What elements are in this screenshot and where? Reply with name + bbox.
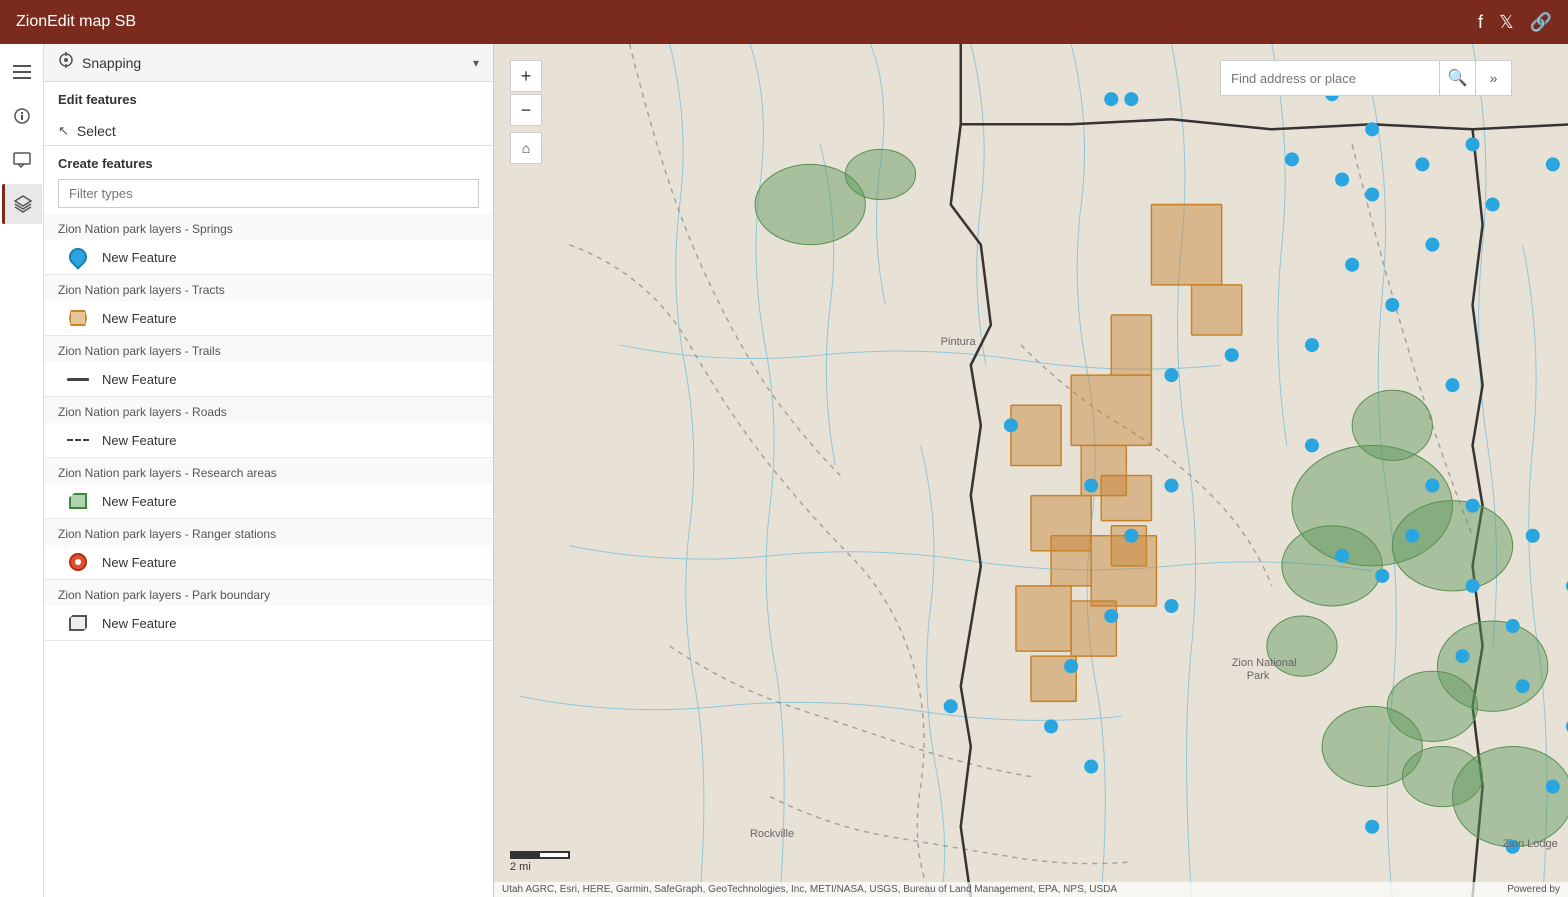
twitter-icon[interactable]: 𝕏: [1499, 12, 1514, 33]
feature-label-tracts: New Feature: [102, 311, 176, 326]
zoom-in-button[interactable]: +: [510, 60, 542, 92]
feature-item-roads[interactable]: New Feature: [44, 423, 493, 457]
sidebar-item-info[interactable]: [2, 96, 42, 136]
sidebar-item-layers[interactable]: [2, 184, 42, 224]
scale-bar: 2 mi: [510, 851, 570, 873]
layer-group-title-ranger: Zion Nation park layers - Ranger station…: [44, 519, 493, 545]
layer-group-title-springs: Zion Nation park layers - Springs: [44, 214, 493, 240]
icon-bar: [0, 44, 44, 897]
polygon-orange-icon: [64, 308, 92, 328]
layer-group-title-roads: Zion Nation park layers - Roads: [44, 397, 493, 423]
line-solid-icon: [64, 369, 92, 389]
map-controls: + − ⌂: [510, 60, 542, 164]
layer-group-title-tracts: Zion Nation park layers - Tracts: [44, 275, 493, 301]
map-area[interactable]: Pintura Zion National Park Rockville Zio…: [494, 44, 1568, 897]
layer-group-research: Zion Nation park layers - Research areas…: [44, 458, 493, 519]
layer-group-ranger: Zion Nation park layers - Ranger station…: [44, 519, 493, 580]
snapping-bar[interactable]: Snapping ▾: [44, 44, 493, 82]
zoom-out-button[interactable]: −: [510, 94, 542, 126]
search-button[interactable]: 🔍: [1440, 60, 1476, 96]
feature-item-tracts[interactable]: New Feature: [44, 301, 493, 335]
map-search: 🔍 »: [1220, 60, 1512, 96]
line-dashed-icon: [64, 430, 92, 450]
topbar: ZionEdit map SB f 𝕏 🔗: [0, 0, 1568, 44]
svg-text:Park: Park: [1247, 670, 1270, 682]
point-icon: [64, 247, 92, 267]
layer-group-title-trails: Zion Nation park layers - Trails: [44, 336, 493, 362]
layer-group-springs: Zion Nation park layers - Springs New Fe…: [44, 214, 493, 275]
select-row[interactable]: ↖ Select: [44, 117, 493, 145]
create-features-title: Create features: [58, 156, 479, 171]
ranger-icon: [64, 552, 92, 572]
layer-group-trails: Zion Nation park layers - Trails New Fea…: [44, 336, 493, 397]
select-label: Select: [77, 123, 116, 139]
snapping-label: Snapping: [82, 55, 473, 71]
app-title: ZionEdit map SB: [16, 13, 1478, 31]
svg-text:Rockville: Rockville: [750, 828, 794, 840]
sidebar-item-comment[interactable]: [2, 140, 42, 180]
feature-label-trails: New Feature: [102, 372, 176, 387]
scale-line: [510, 851, 570, 859]
powered-by: Powered by: [1507, 884, 1560, 895]
feature-item-research[interactable]: New Feature: [44, 484, 493, 518]
sidebar-item-list[interactable]: [2, 52, 42, 92]
facebook-icon[interactable]: f: [1478, 12, 1483, 33]
filter-input[interactable]: [58, 179, 479, 208]
layer-group-tracts: Zion Nation park layers - Tracts New Fea…: [44, 275, 493, 336]
layers-list: Zion Nation park layers - Springs New Fe…: [44, 214, 493, 897]
map-canvas: Pintura Zion National Park Rockville Zio…: [494, 44, 1568, 897]
feature-item-trails[interactable]: New Feature: [44, 362, 493, 396]
scale-rect: [510, 851, 570, 859]
feature-label-research: New Feature: [102, 494, 176, 509]
chevron-down-icon: ▾: [473, 56, 479, 70]
svg-text:Zion Lodge: Zion Lodge: [1503, 838, 1558, 850]
svg-text:Pintura: Pintura: [941, 336, 977, 348]
snapping-icon: [58, 52, 74, 73]
layer-group-roads: Zion Nation park layers - Roads New Feat…: [44, 397, 493, 458]
edit-features-title: Edit features: [58, 92, 479, 107]
search-input[interactable]: [1220, 60, 1440, 96]
topbar-icons: f 𝕏 🔗: [1478, 12, 1552, 33]
layer-group-title-boundary: Zion Nation park layers - Park boundary: [44, 580, 493, 606]
feature-item-ranger[interactable]: New Feature: [44, 545, 493, 579]
feature-label-roads: New Feature: [102, 433, 176, 448]
create-features-section: Create features: [44, 146, 493, 214]
layer-group-boundary: Zion Nation park layers - Park boundary …: [44, 580, 493, 641]
svg-text:Zion National: Zion National: [1232, 657, 1297, 669]
home-button[interactable]: ⌂: [510, 132, 542, 164]
attribution: Utah AGRC, Esri, HERE, Garmin, SafeGraph…: [494, 882, 1568, 897]
scale-label: 2 mi: [510, 861, 531, 873]
share-icon[interactable]: 🔗: [1530, 12, 1552, 33]
edit-features-section: Edit features: [44, 82, 493, 117]
cursor-icon: ↖: [58, 123, 69, 139]
feature-label-boundary: New Feature: [102, 616, 176, 631]
main-area: Snapping ▾ Edit features ↖ Select Create…: [0, 44, 1568, 897]
feature-item-boundary[interactable]: New Feature: [44, 606, 493, 640]
polygon-green-icon: [64, 491, 92, 511]
feature-label-springs: New Feature: [102, 250, 176, 265]
expand-search-button[interactable]: »: [1476, 60, 1512, 96]
boundary-icon: [64, 613, 92, 633]
layer-group-title-research: Zion Nation park layers - Research areas: [44, 458, 493, 484]
feature-label-ranger: New Feature: [102, 555, 176, 570]
feature-item-springs[interactable]: New Feature: [44, 240, 493, 274]
feature-panel: Snapping ▾ Edit features ↖ Select Create…: [44, 44, 494, 897]
